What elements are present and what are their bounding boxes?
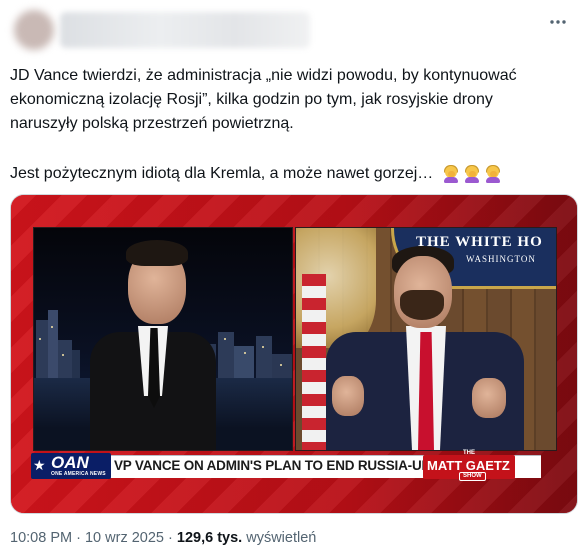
more-options-button[interactable] — [544, 8, 572, 36]
tweet-text-line: JD Vance twierdzi, że administracja „nie… — [10, 67, 517, 84]
tweet-video[interactable]: THE WHITE HO WASHINGTON ★ OAN ONE AMERIC… — [10, 194, 578, 514]
tweet-date[interactable]: 10 wrz 2025 — [85, 530, 164, 546]
separator: · — [76, 530, 81, 546]
blurred-author-name[interactable] — [60, 12, 310, 48]
more-horizontal-icon — [550, 20, 566, 24]
tweet-text-line: naruszyły polską przestrzeń powietrzną. — [10, 115, 294, 132]
tweet-text-span: Jest pożytecznym idiotą dla Kremla, a mo… — [10, 165, 434, 182]
show-logo-suffix: SHOW — [459, 472, 486, 481]
blurred-avatar[interactable] — [14, 10, 54, 50]
emoji-group — [442, 164, 502, 183]
views-count: 129,6 tys. — [176, 530, 243, 546]
tweet-text-line: ekonomiczną izolację Rosji”, kilka godzi… — [10, 91, 493, 108]
woman-facepalming-emoji — [463, 164, 481, 183]
tweet-text: JD Vance twierdzi, że administracja „nie… — [10, 64, 570, 186]
show-logo-name: MATT GAETZ — [427, 458, 510, 473]
oan-tagline: ONE AMERICA NEWS — [51, 471, 106, 477]
woman-facepalming-emoji — [484, 164, 502, 183]
tweet-text-line: Jest pożytecznym idiotą dla Kremla, a mo… — [10, 162, 570, 186]
tweet-time[interactable]: 10:08 PM — [10, 530, 72, 546]
views-label: wyświetleń — [246, 530, 317, 546]
video-right-panel: THE WHITE HO WASHINGTON — [295, 227, 557, 451]
oan-logo: ★ OAN ONE AMERICA NEWS — [31, 453, 111, 479]
video-left-panel — [33, 227, 293, 451]
tweet-footer: 10:08 PM · 10 wrz 2025 · 129,6 tys. wyśw… — [10, 530, 316, 546]
woman-facepalming-emoji — [442, 164, 460, 183]
separator: · — [168, 530, 173, 546]
tweet-header — [0, 0, 584, 60]
guest-figure — [296, 228, 556, 450]
oan-logo-text: OAN — [51, 453, 89, 472]
star-icon: ★ — [33, 457, 46, 473]
host-figure — [34, 228, 292, 450]
show-logo: THE MATT GAETZ SHOW — [423, 450, 515, 481]
show-logo-the: THE — [463, 450, 475, 456]
